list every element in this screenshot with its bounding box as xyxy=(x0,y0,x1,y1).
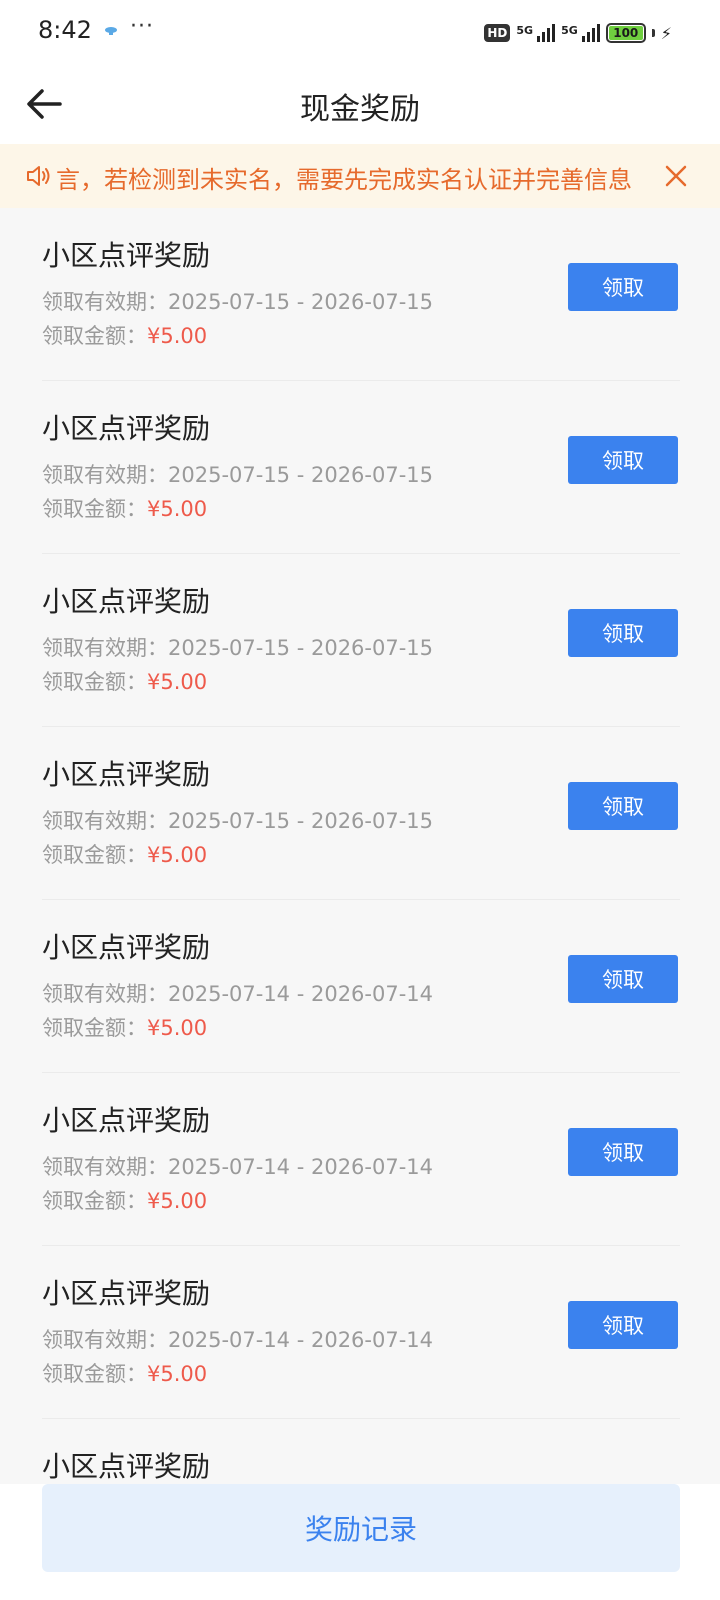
claim-button[interactable]: 领取 xyxy=(568,955,678,1003)
validity-value: 2025-07-15 - 2026-07-15 xyxy=(168,290,434,314)
signal-strength-icon: 5G xyxy=(516,24,556,42)
reward-amount: ¥5.00 xyxy=(147,1362,208,1386)
reward-amount: ¥5.00 xyxy=(147,324,208,348)
reward-validity: 领取有效期：2025-07-15 - 2026-07-15 xyxy=(42,286,433,316)
reward-validity: 领取有效期：2025-07-15 - 2026-07-15 xyxy=(42,632,433,662)
more-notifications-icon: ··· xyxy=(130,14,154,39)
reward-validity: 领取有效期：2025-07-15 - 2026-07-15 xyxy=(42,805,433,835)
charging-icon: ⚡ xyxy=(660,23,672,43)
validity-label: 领取有效期： xyxy=(42,636,168,660)
reward-amount: ¥5.00 xyxy=(147,497,208,521)
reward-amount: ¥5.00 xyxy=(147,843,208,867)
bottom-bar: 奖励记录 xyxy=(0,1484,720,1600)
validity-value: 2025-07-14 - 2026-07-14 xyxy=(168,982,434,1006)
reward-title: 小区点评奖励 xyxy=(42,931,211,964)
reward-amount: ¥5.00 xyxy=(147,1189,208,1213)
nav-bar: 现金奖励 xyxy=(0,64,720,144)
amount-label: 领取金额： xyxy=(42,670,147,694)
battery-cap xyxy=(651,29,655,37)
reward-title: 小区点评奖励 xyxy=(42,758,211,791)
validity-label: 领取有效期： xyxy=(42,1155,168,1179)
reward-validity: 领取有效期：2025-07-15 - 2026-07-15 xyxy=(42,459,433,489)
amount-label: 领取金额： xyxy=(42,324,147,348)
reward-amount-row: 领取金额：¥5.00 xyxy=(42,666,207,696)
speaker-icon xyxy=(27,166,50,186)
reward-item: 小区点评奖励 xyxy=(42,1419,680,1484)
reward-amount-row: 领取金额：¥5.00 xyxy=(42,1012,207,1042)
reward-amount-row: 领取金额：¥5.00 xyxy=(42,1185,207,1215)
validity-label: 领取有效期： xyxy=(42,982,168,1006)
status-time: 8:42 xyxy=(38,16,92,44)
hd-voice-icon: HD xyxy=(484,24,511,42)
validity-value: 2025-07-15 - 2026-07-15 xyxy=(168,636,434,660)
notice-text: 言，若检测到未实名，需要先完成实名认证并完善信息 xyxy=(56,166,632,194)
battery-icon: 100 xyxy=(605,23,646,43)
validity-label: 领取有效期： xyxy=(42,290,168,314)
claim-button[interactable]: 领取 xyxy=(568,1128,678,1176)
claim-button[interactable]: 领取 xyxy=(568,609,678,657)
reward-item: 小区点评奖励 领取有效期：2025-07-14 - 2026-07-14 领取金… xyxy=(42,1073,680,1246)
validity-value: 2025-07-15 - 2026-07-15 xyxy=(168,463,434,487)
validity-value: 2025-07-15 - 2026-07-15 xyxy=(168,809,434,833)
validity-label: 领取有效期： xyxy=(42,463,168,487)
reward-title: 小区点评奖励 xyxy=(42,412,211,445)
signal-strength-icon: 5G xyxy=(561,24,600,42)
reward-item: 小区点评奖励 领取有效期：2025-07-14 - 2026-07-14 领取金… xyxy=(42,1246,680,1419)
reward-amount-row: 领取金额：¥5.00 xyxy=(42,320,207,350)
close-icon[interactable] xyxy=(660,160,692,192)
validity-label: 领取有效期： xyxy=(42,1328,168,1352)
reward-validity: 领取有效期：2025-07-14 - 2026-07-14 xyxy=(42,1151,433,1181)
validity-value: 2025-07-14 - 2026-07-14 xyxy=(168,1155,434,1179)
claim-button[interactable]: 领取 xyxy=(568,436,678,484)
status-bar: 8:42 ··· HD 5G 5G 100 ⚡ xyxy=(0,0,720,64)
amount-label: 领取金额： xyxy=(42,1189,147,1213)
reward-item: 小区点评奖励 领取有效期：2025-07-15 - 2026-07-15 领取金… xyxy=(42,208,680,381)
network-type-label: 5G xyxy=(516,24,534,37)
reward-title: 小区点评奖励 xyxy=(42,1104,211,1137)
reward-amount: ¥5.00 xyxy=(147,670,208,694)
validity-label: 领取有效期： xyxy=(42,809,168,833)
reward-amount: ¥5.00 xyxy=(147,1016,208,1040)
reward-list[interactable]: 小区点评奖励 领取有效期：2025-07-15 - 2026-07-15 领取金… xyxy=(0,208,720,1484)
cloud-notification-icon xyxy=(105,27,117,35)
amount-label: 领取金额： xyxy=(42,1016,147,1040)
status-indicators: HD 5G 5G 100 ⚡ xyxy=(484,20,672,46)
reward-title: 小区点评奖励 xyxy=(42,1277,211,1310)
reward-amount-row: 领取金额：¥5.00 xyxy=(42,493,207,523)
notice-bar: 言，若检测到未实名，需要先完成实名认证并完善信息 xyxy=(0,144,720,208)
claim-button[interactable]: 领取 xyxy=(568,263,678,311)
reward-item: 小区点评奖励 领取有效期：2025-07-15 - 2026-07-15 领取金… xyxy=(42,554,680,727)
reward-validity: 领取有效期：2025-07-14 - 2026-07-14 xyxy=(42,1324,433,1354)
reward-title: 小区点评奖励 xyxy=(42,1450,211,1483)
amount-label: 领取金额： xyxy=(42,843,147,867)
amount-label: 领取金额： xyxy=(42,497,147,521)
reward-item: 小区点评奖励 领取有效期：2025-07-15 - 2026-07-15 领取金… xyxy=(42,381,680,554)
reward-title: 小区点评奖励 xyxy=(42,239,211,272)
page-title: 现金奖励 xyxy=(300,92,420,127)
reward-title: 小区点评奖励 xyxy=(42,585,211,618)
reward-records-button[interactable]: 奖励记录 xyxy=(42,1484,680,1572)
battery-level: 100 xyxy=(608,26,643,40)
network-type-label: 5G xyxy=(561,24,578,37)
reward-item: 小区点评奖励 领取有效期：2025-07-15 - 2026-07-15 领取金… xyxy=(42,727,680,900)
reward-amount-row: 领取金额：¥5.00 xyxy=(42,1358,207,1388)
validity-value: 2025-07-14 - 2026-07-14 xyxy=(168,1328,434,1352)
reward-amount-row: 领取金额：¥5.00 xyxy=(42,839,207,869)
claim-button[interactable]: 领取 xyxy=(568,782,678,830)
amount-label: 领取金额： xyxy=(42,1362,147,1386)
reward-item: 小区点评奖励 领取有效期：2025-07-14 - 2026-07-14 领取金… xyxy=(42,900,680,1073)
reward-validity: 领取有效期：2025-07-14 - 2026-07-14 xyxy=(42,978,433,1008)
claim-button[interactable]: 领取 xyxy=(568,1301,678,1349)
